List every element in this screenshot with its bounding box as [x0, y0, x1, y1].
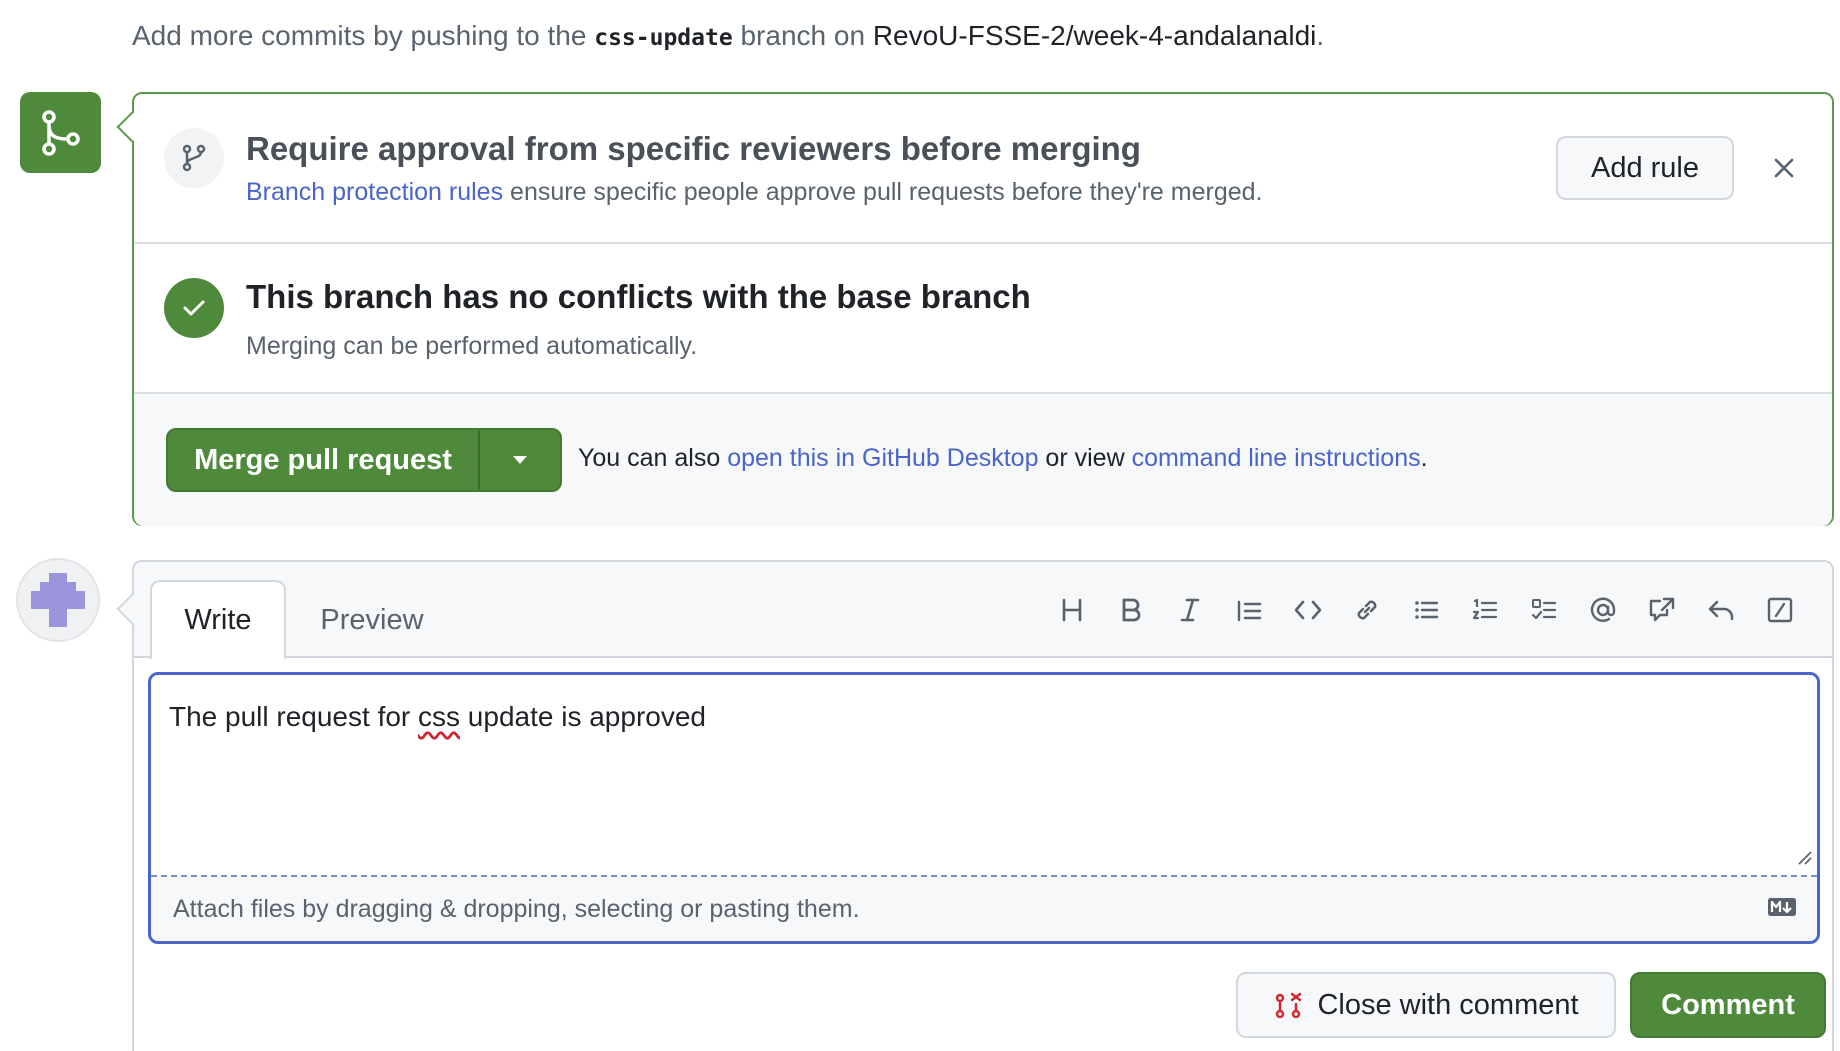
comment-textarea[interactable]: The pull request for css update is appro… [169, 701, 706, 733]
conflict-subtitle: Merging can be performed automatically. [246, 332, 698, 360]
mention-icon [1590, 597, 1616, 622]
reply-icon [1708, 600, 1734, 621]
comment-header: Write Preview [134, 562, 1832, 660]
repo-name: RevoU-FSSE-2/week-4-andalanaldi [872, 20, 1317, 51]
merge-text-middle: or view [1038, 444, 1132, 472]
rule-icon-wrap [164, 128, 224, 188]
merge-text-suffix: . [1420, 444, 1428, 472]
merge-pull-request-button[interactable]: Merge pull request [168, 430, 480, 490]
italic-icon [1180, 598, 1200, 622]
tab-preview[interactable]: Preview [302, 580, 442, 660]
misspelled-word: css [418, 701, 461, 732]
reference-button[interactable] [1642, 590, 1682, 630]
dismiss-button[interactable] [1766, 150, 1802, 186]
merge-text-prefix: You can also [578, 444, 728, 472]
merge-status-box: Require approval from specific reviewers… [116, 92, 1834, 526]
resize-handle[interactable] [1795, 848, 1813, 871]
git-branch-icon [182, 144, 206, 172]
markdown-toolbar [1052, 590, 1819, 630]
git-merge-icon [41, 109, 80, 156]
rule-subtitle-rest: ensure specific people approve pull requ… [503, 178, 1263, 206]
reply-button[interactable] [1701, 590, 1741, 630]
check-icon [183, 300, 205, 316]
branch-rule-section: Require approval from specific reviewers… [134, 94, 1832, 244]
push-hint-suffix: . [1316, 20, 1325, 51]
code-button[interactable] [1288, 590, 1328, 630]
task-list-button[interactable] [1524, 590, 1564, 630]
identicon [31, 573, 85, 627]
comment-editor[interactable]: The pull request for css update is appro… [148, 672, 1820, 944]
ordered-list-button[interactable] [1465, 590, 1505, 630]
comment-text-before: The pull request for [169, 701, 419, 732]
close-icon [1774, 158, 1794, 178]
github-desktop-link[interactable]: open this in GitHub Desktop [727, 444, 1038, 472]
heading-button[interactable] [1052, 590, 1092, 630]
check-icon-wrap [164, 278, 224, 338]
code-icon [1294, 600, 1322, 620]
merge-alternatives: You can also open this in GitHub Desktop… [578, 444, 1428, 473]
quote-button[interactable] [1229, 590, 1269, 630]
add-rule-button[interactable]: Add rule [1556, 136, 1734, 200]
merge-status-tile [20, 92, 101, 173]
tab-write[interactable]: Write [150, 580, 286, 660]
cross-reference-icon [1649, 597, 1675, 622]
heading-icon [1062, 598, 1082, 622]
task-list-icon [1531, 599, 1557, 620]
merge-button-group: Merge pull request [166, 428, 562, 492]
merge-options-dropdown[interactable] [480, 430, 560, 490]
avatar[interactable] [16, 558, 100, 642]
branch-protection-link[interactable]: Branch protection rules [246, 178, 503, 206]
conflict-section: This branch has no conflicts with the ba… [134, 244, 1832, 394]
close-with-comment-button[interactable]: Close with comment [1236, 972, 1616, 1038]
unordered-list-icon [1415, 601, 1439, 619]
triangle-down-icon [513, 456, 527, 464]
unordered-list-button[interactable] [1406, 590, 1446, 630]
pr-closed-icon [1273, 990, 1303, 1020]
ordered-list-icon [1472, 598, 1498, 620]
attach-files-zone[interactable]: Attach files by dragging & dropping, sel… [151, 875, 1817, 941]
rule-title: Require approval from specific reviewers… [246, 130, 1141, 167]
command-line-link[interactable]: command line instructions [1132, 444, 1421, 472]
slash-command-button[interactable] [1760, 590, 1800, 630]
merge-action-section: Merge pull request You can also open thi… [134, 394, 1832, 526]
quote-icon [1237, 600, 1262, 622]
conflict-title: This branch has no conflicts with the ba… [246, 278, 1031, 315]
rule-subtitle: Branch protection rules ensure specific … [246, 178, 1262, 207]
bold-button[interactable] [1111, 590, 1151, 630]
comment-button[interactable]: Comment [1630, 972, 1826, 1038]
resize-grip-icon [1798, 851, 1812, 865]
push-hint: Add more commits by pushing to the css-u… [132, 20, 1324, 52]
mention-button[interactable] [1583, 590, 1623, 630]
comment-form: Write Preview The pull request for css u… [116, 560, 1834, 1051]
link-button[interactable] [1347, 590, 1387, 630]
italic-button[interactable] [1170, 590, 1210, 630]
comment-text-after: update is approved [460, 701, 706, 732]
link-icon [1357, 600, 1377, 620]
push-hint-middle: branch on [732, 20, 873, 51]
push-hint-prefix: Add more commits by pushing to the [132, 20, 595, 51]
branch-name: css-update [594, 25, 733, 51]
attach-files-text: Attach files by dragging & dropping, sel… [173, 895, 860, 923]
close-with-comment-label: Close with comment [1317, 988, 1579, 1021]
markdown-icon [1768, 898, 1796, 916]
bold-icon [1122, 598, 1141, 622]
slash-command-icon [1767, 597, 1793, 623]
markdown-supported[interactable] [1767, 897, 1797, 922]
